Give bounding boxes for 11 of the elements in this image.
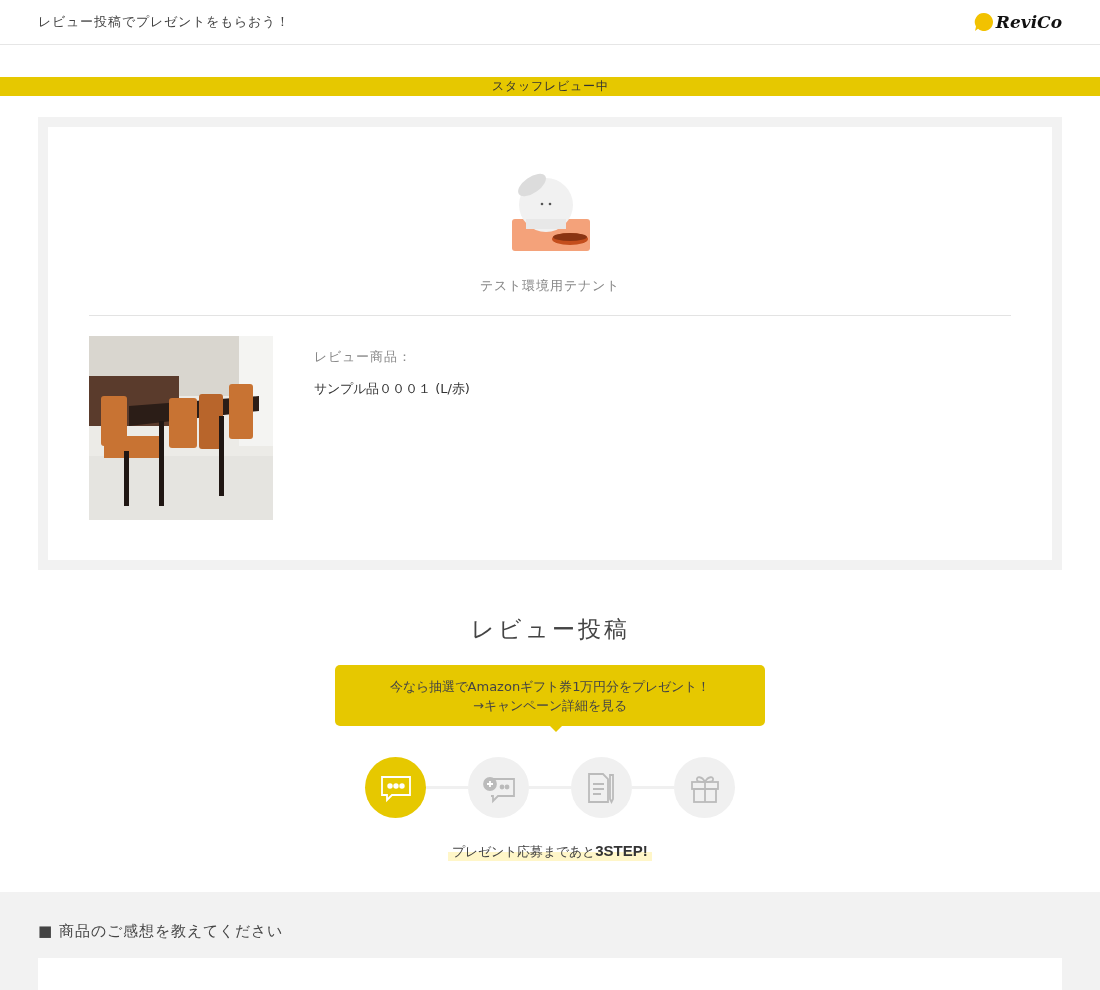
product-name: サンプル品０００１ (L/赤) [314,380,470,398]
speech-bubble-icon [973,12,994,32]
page-title: レビュー投稿でプレゼントをもらおう！ [38,13,290,31]
status-banner: スタッフレビュー中 [0,77,1100,96]
product-label: レビュー商品： [314,348,413,366]
steps-remaining: プレゼント応募まであと3STEP! [448,842,652,861]
section-title: レビュー投稿 [470,615,630,644]
question-heading: ■ 商品のご感想を教えてください [38,922,284,941]
logo: ReviCo [995,12,1062,32]
tenant-name: テスト環境用テナント [480,277,620,295]
callout-pointer [550,726,562,732]
